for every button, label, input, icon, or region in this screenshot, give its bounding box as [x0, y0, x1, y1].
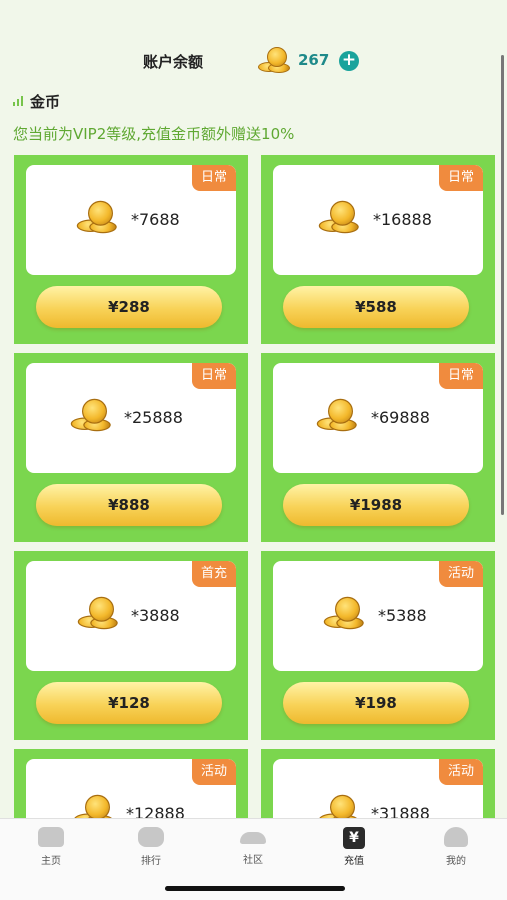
ranking-icon [138, 827, 164, 847]
add-coins-button[interactable]: + [339, 51, 359, 71]
vip-bonus-note: 您当前为VIP2等级,充值金币额外赠送10% [13, 125, 295, 143]
home-indicator[interactable] [165, 886, 345, 891]
package-tag: 首充 [191, 561, 236, 587]
package-panel: 活动 *5388 [273, 561, 483, 671]
coin-amount: *25888 [124, 408, 183, 427]
profile-icon [444, 827, 468, 847]
coin-stack-icon [74, 200, 122, 235]
coin-amount: *5388 [378, 606, 427, 625]
scrollbar[interactable] [501, 55, 504, 515]
package-panel: 日常 *25888 [26, 363, 236, 473]
package-panel: 日常 *69888 [273, 363, 483, 473]
package-card: 日常 *7688 ¥288 [14, 155, 248, 344]
package-card: 日常 *69888 ¥1988 [261, 353, 495, 542]
package-tag: 活动 [438, 759, 483, 785]
coin-stack-icon [321, 596, 369, 631]
home-icon [38, 827, 64, 847]
coin-stack-icon [75, 596, 123, 631]
package-card: 首充 *3888 ¥128 [14, 551, 248, 740]
coin-amount: *3888 [131, 606, 180, 625]
package-tag: 日常 [438, 165, 483, 191]
package-panel: 日常 *7688 [26, 165, 236, 275]
buy-button[interactable]: ¥1988 [283, 484, 469, 526]
package-tag: 日常 [191, 165, 236, 191]
section-title: 金币 [30, 93, 61, 111]
tab-home[interactable]: 主页 [21, 827, 81, 867]
tab-label: 充值 [344, 856, 364, 867]
coin-amount: *69888 [371, 408, 430, 427]
package-panel: 日常 *16888 [273, 165, 483, 275]
tab-profile[interactable]: 我的 [426, 827, 486, 867]
package-tag: 日常 [438, 363, 483, 389]
tab-label: 社区 [243, 855, 263, 866]
tab-community[interactable]: 社区 [223, 827, 283, 866]
package-tag: 活动 [438, 561, 483, 587]
coin-icon [256, 46, 294, 74]
tab-label: 我的 [446, 856, 466, 867]
coin-stack-icon [314, 398, 362, 433]
balance-header: 账户余额 267 + [0, 44, 507, 78]
buy-button[interactable]: ¥128 [36, 682, 222, 724]
package-card: 日常 *16888 ¥588 [261, 155, 495, 344]
recharge-icon: ¥ [343, 827, 365, 849]
package-tag: 活动 [191, 759, 236, 785]
tab-label: 主页 [41, 856, 61, 867]
coin-stack-icon [316, 200, 364, 235]
coin-amount: *7688 [131, 210, 180, 229]
tab-ranking[interactable]: 排行 [121, 827, 181, 867]
buy-button[interactable]: ¥198 [283, 682, 469, 724]
tab-recharge[interactable]: ¥ 充值 [324, 827, 384, 867]
buy-button[interactable]: ¥588 [283, 286, 469, 328]
coin-amount: *16888 [373, 210, 432, 229]
page-title: 账户余额 [143, 53, 204, 71]
buy-button[interactable]: ¥288 [36, 286, 222, 328]
package-card: 活动 *5388 ¥198 [261, 551, 495, 740]
coin-stack-icon [68, 398, 116, 433]
package-tag: 日常 [191, 363, 236, 389]
coin-balance: 267 [298, 51, 330, 69]
signal-bars-icon [13, 96, 24, 106]
package-card: 日常 *25888 ¥888 [14, 353, 248, 542]
package-panel: 首充 *3888 [26, 561, 236, 671]
community-icon [240, 832, 266, 844]
buy-button[interactable]: ¥888 [36, 484, 222, 526]
tab-label: 排行 [141, 856, 161, 867]
